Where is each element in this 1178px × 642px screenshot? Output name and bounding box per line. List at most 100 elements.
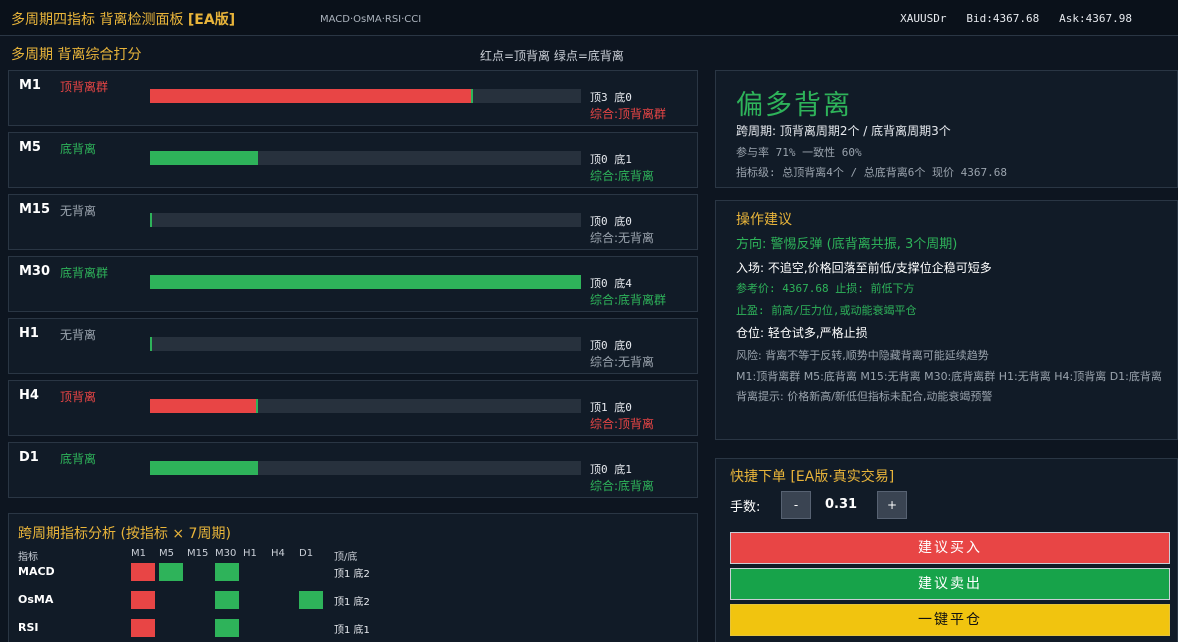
score-fill-tip — [471, 89, 473, 103]
timeframe-row: M15 无背离 顶0 底0 综合:无背离 — [8, 194, 698, 250]
bid-price: Bid:4367.68 — [966, 12, 1040, 25]
composite-summary: 综合:底背离群 — [590, 293, 667, 307]
timeframe-name: M30 — [19, 264, 51, 279]
matrix-row-counts: 顶1 底2 — [334, 569, 370, 580]
divergence-score-fill — [150, 337, 152, 351]
bias-headline: 偏多背离 — [736, 90, 852, 121]
lot-value[interactable]: 0.31 — [825, 497, 857, 512]
divergence-score-fill — [150, 151, 258, 165]
matrix-column-header: M1 — [131, 548, 146, 559]
divergence-label: 底背离 — [60, 142, 97, 156]
lot-decrease-button[interactable]: - — [781, 491, 811, 519]
divergence-score-bar — [150, 399, 581, 413]
timeframe-name: H1 — [19, 326, 39, 341]
matrix-title: 跨周期指标分析 (按指标 × 7周期) — [18, 526, 231, 542]
timeframe-name: D1 — [19, 450, 39, 465]
top-bottom-counts: 顶0 底0 — [590, 215, 632, 228]
panel-title: 多周期四指标 背离检测面板 [EA版] — [11, 9, 235, 29]
top-bottom-counts: 顶0 底0 — [590, 339, 632, 352]
matrix-row-counts: 顶1 底2 — [334, 597, 370, 608]
divergence-score-bar — [150, 213, 581, 227]
matrix-cell — [215, 619, 239, 637]
divergence-label: 底背离 — [60, 452, 97, 466]
scoring-title: 多周期 背离综合打分 — [11, 47, 142, 63]
trade-advice-panel: 操作建议 方向: 警惕反弹 (底背离共振, 3个周期) 入场: 不追空,价格回落… — [715, 200, 1178, 440]
matrix-cell — [131, 619, 155, 637]
indicator-level-summary: 指标级: 总顶背离4个 / 总底背离6个 现价 4367.68 — [736, 166, 1007, 179]
timeframe-row: M5 底背离 顶0 底1 综合:底背离 — [8, 132, 698, 188]
matrix-column-header: M5 — [159, 548, 174, 559]
divergence-score-fill — [150, 89, 473, 103]
score-fill-tip — [256, 399, 258, 413]
matrix-cell — [131, 591, 155, 609]
divergence-score-fill — [150, 213, 152, 227]
composite-summary: 综合:顶背离 — [590, 417, 655, 431]
quote-readout: XAUUSDr Bid:4367.68 Ask:4367.98 — [900, 12, 1132, 25]
sell-button[interactable]: 建议卖出 — [730, 568, 1170, 600]
timeframe-name: M5 — [19, 140, 41, 155]
divergence-label: 顶背离群 — [60, 80, 109, 94]
buy-button[interactable]: 建议买入 — [730, 532, 1170, 564]
matrix-cell — [215, 563, 239, 581]
composite-summary: 综合:无背离 — [590, 355, 655, 369]
timeframe-name: H4 — [19, 388, 39, 403]
matrix-row-name: MACD — [18, 565, 55, 578]
matrix-cell — [131, 563, 155, 581]
cross-period-matrix: 跨周期指标分析 (按指标 × 7周期) 指标 顶/底 M1 M5 M15 M30 H1 H… — [8, 513, 698, 642]
order-title-text: 快捷下单 — [730, 469, 786, 485]
composite-summary: 综合:底背离 — [590, 169, 655, 183]
timeframe-row: M1 顶背离群顶3 底0 综合:顶背离群 — [8, 70, 698, 126]
matrix-row-header: 指标 — [18, 552, 38, 563]
divergence-label: 顶背离 — [60, 390, 97, 404]
timeframe-name: M1 — [19, 78, 41, 93]
advice-entry: 入场: 不追空,价格回落至前低/支撑位企稳可短多 — [736, 261, 992, 275]
order-title: 快捷下单 [EA版·真实交易] — [730, 466, 894, 486]
timeframe-row: H1 无背离顶0 底0 综合:无背离 — [8, 318, 698, 374]
matrix-row-name: OsMA — [18, 593, 54, 606]
advice-title: 操作建议 — [736, 212, 792, 228]
composite-summary: 综合:无背离 — [590, 231, 655, 245]
advice-position: 仓位: 轻仓试多,严格止损 — [736, 326, 868, 340]
lot-increase-button[interactable]: + — [877, 491, 907, 519]
advice-reference-price: 参考价: 4367.68 止损: 前低下方 — [736, 282, 915, 295]
timeframe-row: D1 底背离顶0 底1 综合:底背离 — [8, 442, 698, 498]
ask-price: Ask:4367.98 — [1059, 12, 1132, 25]
symbol-name: XAUUSDr — [900, 12, 947, 25]
matrix-column-header: H1 — [243, 548, 257, 559]
top-bottom-counts: 顶3 底0 — [590, 91, 632, 104]
divergence-label: 底背离群 — [60, 266, 109, 280]
matrix-column-header: H4 — [271, 548, 285, 559]
matrix-cell — [215, 591, 239, 609]
matrix-cell — [299, 591, 323, 609]
matrix-column-header: D1 — [299, 548, 314, 559]
panel-title-text: 多周期四指标 背离检测面板 — [11, 12, 184, 28]
ea-badge: [EA版] — [187, 12, 236, 28]
divergence-label: 无背离 — [60, 204, 97, 218]
order-title-badge: [EA版·真实交易] — [790, 469, 895, 485]
divergence-score-fill — [150, 399, 258, 413]
divergence-score-bar — [150, 151, 581, 165]
divergence-score-bar — [150, 337, 581, 351]
top-bottom-counts: 顶0 底1 — [590, 463, 632, 476]
timeframe-row: M30 底背离群 顶0 底4 综合:底背离群 — [8, 256, 698, 312]
divergence-score-bar — [150, 275, 581, 289]
lot-label: 手数: — [730, 500, 761, 515]
top-bar: 多周期四指标 背离检测面板 [EA版] MACD·OsMA·RSI·CCI XA… — [0, 0, 1178, 36]
advice-risk: 风险: 背离不等于反转,顺势中隐藏背离可能延续趋势 — [736, 349, 989, 362]
color-legend: 红点=顶背离 绿点=底背离 — [480, 49, 624, 63]
matrix-cell — [159, 563, 183, 581]
timeframe-row: H4 顶背离 顶1 底0 综合:顶背离 — [8, 380, 698, 436]
composite-summary: 综合:底背离 — [590, 479, 655, 493]
close-all-button[interactable]: 一键平仓 — [730, 604, 1170, 636]
advice-take-profit: 止盈: 前高/压力位,或动能衰竭平仓 — [736, 304, 917, 317]
divergence-summary-panel: 偏多背离 跨周期: 顶背离周期2个 / 底背离周期3个 参与率 71% 一致性 … — [715, 70, 1178, 188]
participation-consistency: 参与率 71% 一致性 60% — [736, 146, 862, 159]
matrix-column-header: M30 — [215, 548, 237, 559]
divergence-label: 无背离 — [60, 328, 97, 342]
cross-period-count: 跨周期: 顶背离周期2个 / 底背离周期3个 — [736, 124, 951, 138]
divergence-score-fill — [150, 275, 581, 289]
advice-hint: 背离提示: 价格新高/新低但指标未配合,动能衰竭预警 — [736, 390, 993, 403]
composite-summary: 综合:顶背离群 — [590, 107, 667, 121]
advice-direction: 方向: 警惕反弹 (底背离共振, 3个周期) — [736, 237, 958, 252]
quick-order-panel: 快捷下单 [EA版·真实交易] 手数: - 0.31 + 建议买入 建议卖出 一… — [715, 458, 1178, 642]
